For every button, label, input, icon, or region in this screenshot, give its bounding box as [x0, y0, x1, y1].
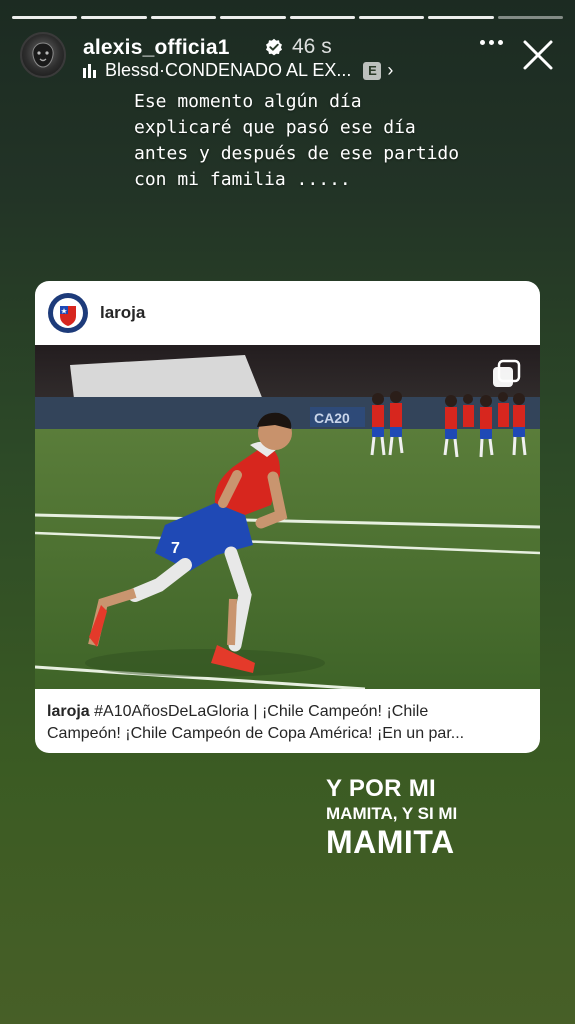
chevron-right-icon: › — [387, 60, 394, 80]
caption-line-2: Campeón! ¡Chile Campeón de Copa América!… — [47, 725, 465, 742]
shared-post-header: laroja — [35, 281, 540, 345]
progress-segment — [150, 16, 217, 19]
explicit-badge: E — [363, 61, 382, 80]
music-bars-icon — [83, 63, 96, 78]
text-sticker: Y POR MI MAMITA, Y SI MI MAMITA — [326, 775, 457, 859]
federation-crest-icon — [48, 293, 88, 333]
shared-post-card[interactable]: laroja CA20 7 laroja #A10AñosDeLaGloria … — [35, 281, 540, 753]
sticker-line-3: MAMITA — [326, 824, 455, 860]
progress-segment — [220, 16, 286, 19]
music-info[interactable]: Blessd · CONDENADO AL EX... E › — [83, 60, 393, 81]
progress-segment — [497, 16, 563, 19]
story-progress-bar — [12, 16, 563, 19]
shared-post-photo: CA20 7 — [35, 345, 540, 689]
close-icon[interactable] — [521, 38, 555, 72]
story-header: alexis_officia1 46 s Blessd · CONDENADO … — [20, 32, 555, 82]
sticker-line-1: Y POR MI — [326, 775, 436, 802]
verified-badge-icon — [266, 38, 282, 56]
caption-username[interactable]: laroja — [47, 703, 90, 720]
sticker-line-2: MAMITA, Y SI MI — [326, 804, 458, 823]
music-title: CONDENADO AL EX... — [165, 60, 352, 80]
caption-line-1: #A10AñosDeLaGloria | ¡Chile Campeón! ¡Ch… — [89, 703, 429, 720]
progress-segment — [81, 16, 147, 19]
jersey-number: 7 — [171, 540, 180, 557]
progress-segment — [358, 16, 425, 19]
avatar[interactable] — [20, 32, 66, 78]
shared-post-caption: laroja #A10AñosDeLaGloria | ¡Chile Campe… — [47, 701, 527, 745]
story-username[interactable]: alexis_officia1 — [83, 36, 230, 60]
story-caption-text: Ese momento algún día explicaré que pasó… — [134, 91, 460, 190]
progress-segment — [12, 16, 78, 19]
story-timestamp: 46 s — [292, 35, 332, 58]
music-artist: Blessd — [105, 60, 160, 80]
more-options-icon[interactable] — [480, 40, 503, 45]
progress-segment — [289, 16, 355, 19]
lion-face-icon — [32, 42, 54, 68]
stadium-banner-text: CA20 — [314, 410, 350, 426]
progress-segment — [428, 16, 494, 19]
shared-post-username[interactable]: laroja — [100, 303, 145, 323]
